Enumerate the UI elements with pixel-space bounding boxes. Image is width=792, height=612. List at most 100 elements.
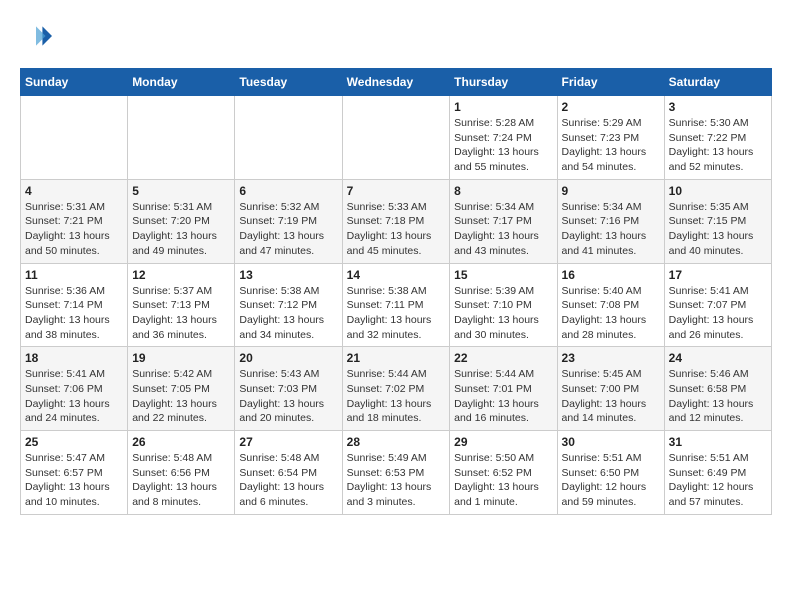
day-info: Sunrise: 5:30 AMSunset: 7:22 PMDaylight:…	[669, 116, 767, 175]
calendar-cell: 20 Sunrise: 5:43 AMSunset: 7:03 PMDayligh…	[235, 347, 342, 431]
day-header-tuesday: Tuesday	[235, 69, 342, 96]
calendar-cell: 23 Sunrise: 5:45 AMSunset: 7:00 PMDayligh…	[557, 347, 664, 431]
calendar-header: SundayMondayTuesdayWednesdayThursdayFrid…	[21, 69, 772, 96]
day-number: 12	[132, 268, 230, 282]
day-info: Sunrise: 5:33 AMSunset: 7:18 PMDaylight:…	[347, 200, 446, 259]
calendar-cell: 29 Sunrise: 5:50 AMSunset: 6:52 PMDayligh…	[450, 431, 557, 515]
day-number: 25	[25, 435, 123, 449]
day-number: 6	[239, 184, 337, 198]
day-info: Sunrise: 5:45 AMSunset: 7:00 PMDaylight:…	[562, 367, 660, 426]
day-number: 14	[347, 268, 446, 282]
day-info: Sunrise: 5:38 AMSunset: 7:12 PMDaylight:…	[239, 284, 337, 343]
day-info: Sunrise: 5:39 AMSunset: 7:10 PMDaylight:…	[454, 284, 552, 343]
calendar-cell: 3 Sunrise: 5:30 AMSunset: 7:22 PMDaylight…	[664, 96, 771, 180]
day-number: 3	[669, 100, 767, 114]
day-info: Sunrise: 5:46 AMSunset: 6:58 PMDaylight:…	[669, 367, 767, 426]
calendar-cell: 14 Sunrise: 5:38 AMSunset: 7:11 PMDayligh…	[342, 263, 450, 347]
day-info: Sunrise: 5:51 AMSunset: 6:49 PMDaylight:…	[669, 451, 767, 510]
calendar-cell	[128, 96, 235, 180]
day-info: Sunrise: 5:34 AMSunset: 7:16 PMDaylight:…	[562, 200, 660, 259]
calendar-cell: 18Sunrise: 5:41 AMSunset: 7:06 PMDayligh…	[21, 347, 128, 431]
day-number: 28	[347, 435, 446, 449]
day-info: Sunrise: 5:50 AMSunset: 6:52 PMDaylight:…	[454, 451, 552, 510]
calendar-cell: 7 Sunrise: 5:33 AMSunset: 7:18 PMDaylight…	[342, 179, 450, 263]
day-number: 16	[562, 268, 660, 282]
calendar-cell: 22Sunrise: 5:44 AMSunset: 7:01 PMDayligh…	[450, 347, 557, 431]
day-info: Sunrise: 5:42 AMSunset: 7:05 PMDaylight:…	[132, 367, 230, 426]
calendar-cell: 26 Sunrise: 5:48 AMSunset: 6:56 PMDayligh…	[128, 431, 235, 515]
calendar-cell: 21 Sunrise: 5:44 AMSunset: 7:02 PMDayligh…	[342, 347, 450, 431]
day-info: Sunrise: 5:44 AMSunset: 7:01 PMDaylight:…	[454, 367, 552, 426]
calendar-cell: 6 Sunrise: 5:32 AMSunset: 7:19 PMDaylight…	[235, 179, 342, 263]
day-info: Sunrise: 5:47 AMSunset: 6:57 PMDaylight:…	[25, 451, 123, 510]
day-info: Sunrise: 5:49 AMSunset: 6:53 PMDaylight:…	[347, 451, 446, 510]
calendar-cell: 4 Sunrise: 5:31 AMSunset: 7:21 PMDaylight…	[21, 179, 128, 263]
calendar-cell: 11 Sunrise: 5:36 AMSunset: 7:14 PMDayligh…	[21, 263, 128, 347]
day-info: Sunrise: 5:41 AMSunset: 7:07 PMDaylight:…	[669, 284, 767, 343]
day-info: Sunrise: 5:41 AMSunset: 7:06 PMDaylight:…	[25, 367, 123, 426]
day-number: 10	[669, 184, 767, 198]
day-info: Sunrise: 5:43 AMSunset: 7:03 PMDaylight:…	[239, 367, 337, 426]
logo-icon	[20, 20, 52, 52]
day-number: 27	[239, 435, 337, 449]
day-number: 21	[347, 351, 446, 365]
day-number: 26	[132, 435, 230, 449]
day-number: 8	[454, 184, 552, 198]
day-info: Sunrise: 5:36 AMSunset: 7:14 PMDaylight:…	[25, 284, 123, 343]
week-row-2: 4 Sunrise: 5:31 AMSunset: 7:21 PMDaylight…	[21, 179, 772, 263]
calendar-table: SundayMondayTuesdayWednesdayThursdayFrid…	[20, 68, 772, 515]
day-info: Sunrise: 5:31 AMSunset: 7:20 PMDaylight:…	[132, 200, 230, 259]
calendar-cell: 10Sunrise: 5:35 AMSunset: 7:15 PMDayligh…	[664, 179, 771, 263]
day-header-friday: Friday	[557, 69, 664, 96]
calendar-cell: 12 Sunrise: 5:37 AMSunset: 7:13 PMDayligh…	[128, 263, 235, 347]
day-info: Sunrise: 5:48 AMSunset: 6:56 PMDaylight:…	[132, 451, 230, 510]
day-number: 13	[239, 268, 337, 282]
calendar-cell: 24 Sunrise: 5:46 AMSunset: 6:58 PMDayligh…	[664, 347, 771, 431]
day-header-saturday: Saturday	[664, 69, 771, 96]
calendar-cell: 16 Sunrise: 5:40 AMSunset: 7:08 PMDayligh…	[557, 263, 664, 347]
week-row-1: 1 Sunrise: 5:28 AMSunset: 7:24 PMDaylight…	[21, 96, 772, 180]
day-number: 23	[562, 351, 660, 365]
day-number: 30	[562, 435, 660, 449]
day-number: 19	[132, 351, 230, 365]
page-header	[20, 20, 772, 52]
day-info: Sunrise: 5:37 AMSunset: 7:13 PMDaylight:…	[132, 284, 230, 343]
day-number: 31	[669, 435, 767, 449]
day-number: 24	[669, 351, 767, 365]
calendar-cell: 25 Sunrise: 5:47 AMSunset: 6:57 PMDayligh…	[21, 431, 128, 515]
day-info: Sunrise: 5:44 AMSunset: 7:02 PMDaylight:…	[347, 367, 446, 426]
day-number: 15	[454, 268, 552, 282]
day-number: 20	[239, 351, 337, 365]
day-number: 11	[25, 268, 123, 282]
day-number: 29	[454, 435, 552, 449]
day-number: 1	[454, 100, 552, 114]
day-header-wednesday: Wednesday	[342, 69, 450, 96]
calendar-cell: 9 Sunrise: 5:34 AMSunset: 7:16 PMDaylight…	[557, 179, 664, 263]
day-info: Sunrise: 5:34 AMSunset: 7:17 PMDaylight:…	[454, 200, 552, 259]
calendar-cell: 1 Sunrise: 5:28 AMSunset: 7:24 PMDaylight…	[450, 96, 557, 180]
day-info: Sunrise: 5:28 AMSunset: 7:24 PMDaylight:…	[454, 116, 552, 175]
day-number: 17	[669, 268, 767, 282]
calendar-cell: 5 Sunrise: 5:31 AMSunset: 7:20 PMDaylight…	[128, 179, 235, 263]
calendar-cell	[342, 96, 450, 180]
day-number: 5	[132, 184, 230, 198]
calendar-cell: 8 Sunrise: 5:34 AMSunset: 7:17 PMDaylight…	[450, 179, 557, 263]
day-number: 7	[347, 184, 446, 198]
day-info: Sunrise: 5:40 AMSunset: 7:08 PMDaylight:…	[562, 284, 660, 343]
day-info: Sunrise: 5:51 AMSunset: 6:50 PMDaylight:…	[562, 451, 660, 510]
day-info: Sunrise: 5:38 AMSunset: 7:11 PMDaylight:…	[347, 284, 446, 343]
calendar-cell: 19 Sunrise: 5:42 AMSunset: 7:05 PMDayligh…	[128, 347, 235, 431]
day-info: Sunrise: 5:32 AMSunset: 7:19 PMDaylight:…	[239, 200, 337, 259]
day-info: Sunrise: 5:29 AMSunset: 7:23 PMDaylight:…	[562, 116, 660, 175]
day-info: Sunrise: 5:48 AMSunset: 6:54 PMDaylight:…	[239, 451, 337, 510]
calendar-cell: 27 Sunrise: 5:48 AMSunset: 6:54 PMDayligh…	[235, 431, 342, 515]
calendar-cell: 13 Sunrise: 5:38 AMSunset: 7:12 PMDayligh…	[235, 263, 342, 347]
week-row-4: 18Sunrise: 5:41 AMSunset: 7:06 PMDayligh…	[21, 347, 772, 431]
day-number: 4	[25, 184, 123, 198]
day-number: 2	[562, 100, 660, 114]
day-number: 9	[562, 184, 660, 198]
day-header-monday: Monday	[128, 69, 235, 96]
day-header-thursday: Thursday	[450, 69, 557, 96]
day-info: Sunrise: 5:31 AMSunset: 7:21 PMDaylight:…	[25, 200, 123, 259]
week-row-3: 11 Sunrise: 5:36 AMSunset: 7:14 PMDayligh…	[21, 263, 772, 347]
